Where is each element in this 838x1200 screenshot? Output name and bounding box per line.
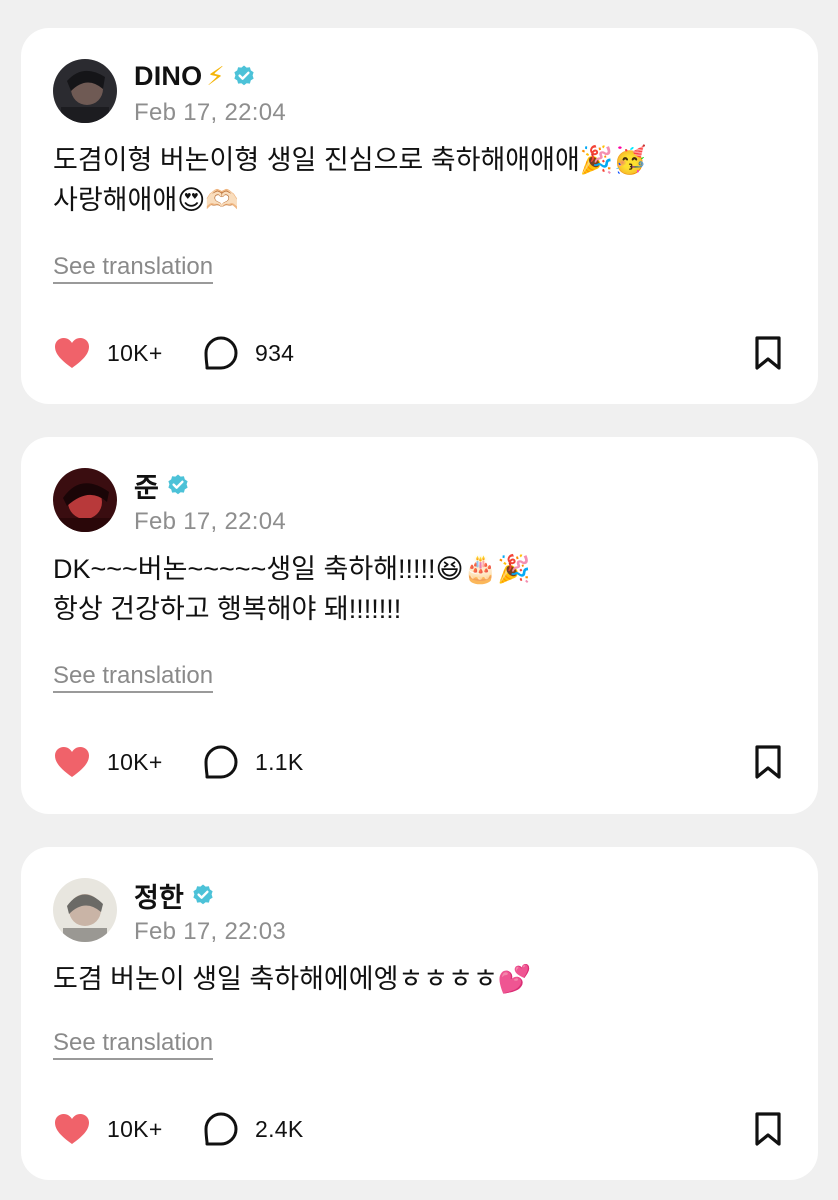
avatar[interactable] (53, 59, 117, 123)
post-text-line: 도겸이형 버논이형 생일 진심으로 축하해애애애🎉🥳 (53, 145, 648, 175)
post-text-line: DK~~~버논~~~~~생일 축하해!!!!!😆🎂🎉 (53, 554, 531, 584)
verified-badge-icon (166, 473, 190, 497)
heart-icon (55, 1114, 89, 1144)
post-timestamp: Feb 17, 22:03 (134, 918, 287, 945)
post-body: DK~~~버논~~~~~생일 축하해!!!!!😆🎂🎉 항상 건강하고 행복해야 … (53, 549, 778, 629)
bookmark-icon (755, 1112, 781, 1146)
bookmark-icon (755, 336, 781, 370)
post-body: 도겸 버논이 생일 축하해에에엥ㅎㅎㅎㅎ💕 (53, 959, 778, 999)
like-count: 10K+ (107, 748, 163, 775)
like-button[interactable]: 10K+ (53, 1109, 163, 1149)
post-timestamp: Feb 17, 22:04 (134, 99, 287, 126)
like-count: 10K+ (107, 339, 163, 366)
speech-bubble-icon (204, 1112, 238, 1146)
comment-count: 934 (255, 339, 295, 366)
see-translation-link[interactable]: See translation (53, 1029, 214, 1060)
avatar[interactable] (53, 878, 117, 942)
author-row: DINO ⚡ (134, 59, 256, 93)
like-button[interactable]: 10K+ (53, 333, 163, 373)
like-button[interactable]: 10K+ (53, 742, 163, 782)
comment-button[interactable]: 934 (203, 333, 294, 373)
comment-button[interactable]: 1.1K (203, 742, 304, 782)
bookmark-button[interactable] (752, 744, 784, 785)
bookmark-icon (755, 745, 781, 779)
post-actions: 10K+ 1.1K (53, 742, 784, 782)
post-text-line: 사랑해애애😍🫶🏻 (53, 185, 239, 215)
heart-icon (55, 338, 89, 368)
verified-badge-icon (232, 64, 256, 88)
speech-bubble-icon (204, 336, 238, 370)
post-actions: 10K+ 2.4K (53, 1109, 784, 1149)
comment-count: 1.1K (255, 748, 304, 775)
comment-count: 2.4K (255, 1115, 304, 1142)
avatar[interactable] (53, 468, 117, 532)
post-card: 정한 Feb 17, 22:03 도겸 버논이 생일 축하해에에엥ㅎㅎㅎㅎ💕 S… (21, 847, 818, 1180)
like-count: 10K+ (107, 1115, 163, 1142)
post-text-line: 항상 건강하고 행복해야 돼!!!!!!! (53, 594, 402, 624)
speech-bubble-icon (204, 745, 238, 779)
author-row: 정한 (134, 876, 215, 915)
see-translation-link[interactable]: See translation (53, 662, 214, 693)
author-name[interactable]: 준 (134, 466, 159, 505)
post-card: DINO ⚡ Feb 17, 22:04 도겸이형 버논이형 생일 진심으로 축… (21, 28, 818, 404)
see-translation-link[interactable]: See translation (53, 253, 214, 284)
post-timestamp: Feb 17, 22:04 (134, 508, 287, 535)
lightning-bolt-emoji: ⚡ (206, 61, 225, 91)
post-actions: 10K+ 934 (53, 333, 784, 373)
author-name[interactable]: DINO (134, 61, 202, 92)
heart-icon (55, 747, 89, 777)
author-name[interactable]: 정한 (134, 876, 184, 915)
post-feed: DINO ⚡ Feb 17, 22:04 도겸이형 버논이형 생일 진심으로 축… (0, 0, 838, 1200)
comment-button[interactable]: 2.4K (203, 1109, 304, 1149)
author-row: 준 (134, 466, 190, 505)
bookmark-button[interactable] (752, 1111, 784, 1152)
post-text-line: 도겸 버논이 생일 축하해에에엥ㅎㅎㅎㅎ💕 (53, 964, 532, 994)
post-card: 준 Feb 17, 22:04 DK~~~버논~~~~~생일 축하해!!!!!😆… (21, 437, 818, 814)
verified-badge-icon (191, 883, 215, 907)
post-body: 도겸이형 버논이형 생일 진심으로 축하해애애애🎉🥳 사랑해애애😍🫶🏻 (53, 140, 778, 220)
bookmark-button[interactable] (752, 335, 784, 376)
